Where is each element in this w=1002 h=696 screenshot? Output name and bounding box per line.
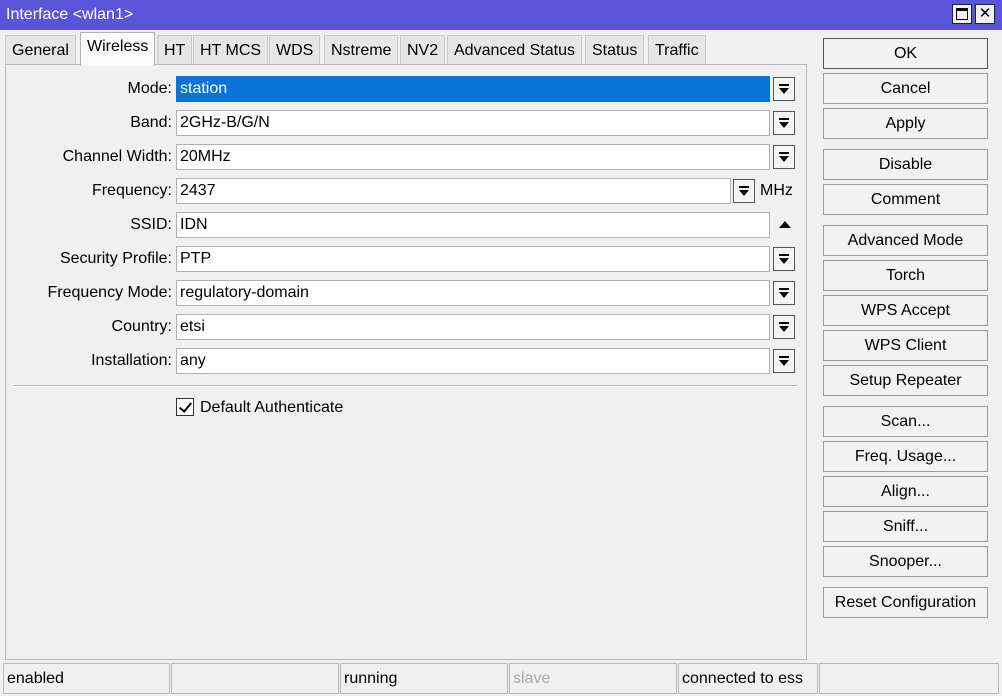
tab-traffic[interactable]: Traffic bbox=[648, 35, 706, 65]
checkmark-icon bbox=[178, 399, 193, 413]
security-profile-row: Security Profile: bbox=[6, 246, 172, 272]
dropdown-arrow-icon bbox=[739, 190, 749, 196]
setup-repeater-button[interactable]: Setup Repeater bbox=[823, 365, 988, 396]
wireless-panel: Mode: station Band: 2GHz-B/G/N Channel W… bbox=[5, 64, 807, 660]
frequency-mode-row: Frequency Mode: bbox=[6, 280, 172, 306]
default-authenticate-checkbox[interactable] bbox=[176, 398, 194, 416]
maximize-icon bbox=[956, 8, 968, 20]
scan-button[interactable]: Scan... bbox=[823, 406, 988, 437]
wps-client-button[interactable]: WPS Client bbox=[823, 330, 988, 361]
close-icon: ✕ bbox=[978, 5, 992, 22]
band-dropdown-button[interactable] bbox=[773, 111, 795, 135]
security-profile-field[interactable]: PTP bbox=[176, 246, 770, 272]
channel-width-field[interactable]: 20MHz bbox=[176, 144, 770, 170]
dropdown-arrow-icon bbox=[779, 326, 789, 332]
ok-button[interactable]: OK bbox=[823, 38, 988, 69]
band-row: Band: bbox=[6, 110, 172, 136]
country-field[interactable]: etsi bbox=[176, 314, 770, 340]
freq-usage-button[interactable]: Freq. Usage... bbox=[823, 441, 988, 472]
installation-field[interactable]: any bbox=[176, 348, 770, 374]
frequency-mode-dropdown-button[interactable] bbox=[773, 281, 795, 305]
installation-row: Installation: bbox=[6, 348, 172, 374]
tab-advanced-status[interactable]: Advanced Status bbox=[447, 35, 582, 65]
band-label: Band: bbox=[130, 114, 172, 131]
security-profile-label: Security Profile: bbox=[59, 250, 172, 267]
mode-dropdown-button[interactable] bbox=[773, 77, 795, 101]
mode-row: Mode: bbox=[6, 76, 172, 102]
dropdown-arrow-icon bbox=[779, 360, 789, 366]
frequency-mode-field[interactable]: regulatory-domain bbox=[176, 280, 770, 306]
installation-label: Installation: bbox=[91, 352, 172, 369]
advanced-mode-button[interactable]: Advanced Mode bbox=[823, 225, 988, 256]
frequency-unit: MHz bbox=[760, 182, 793, 199]
dropdown-arrow-icon bbox=[779, 156, 789, 162]
maximize-button[interactable] bbox=[952, 4, 972, 24]
status-cell-last bbox=[819, 663, 999, 694]
security-profile-dropdown-button[interactable] bbox=[773, 247, 795, 271]
sniff-button[interactable]: Sniff... bbox=[823, 511, 988, 542]
default-authenticate-label: Default Authenticate bbox=[200, 399, 344, 416]
mode-field[interactable]: station bbox=[176, 76, 770, 102]
frequency-field[interactable]: 2437 bbox=[176, 178, 731, 204]
status-enabled: enabled bbox=[3, 663, 170, 694]
align-button[interactable]: Align... bbox=[823, 476, 988, 507]
apply-button[interactable]: Apply bbox=[823, 108, 988, 139]
tab-wireless[interactable]: Wireless bbox=[80, 32, 156, 66]
window-title: Interface <wlan1> bbox=[6, 6, 134, 23]
reset-configuration-button[interactable]: Reset Configuration bbox=[823, 587, 988, 618]
disable-button[interactable]: Disable bbox=[823, 149, 988, 180]
status-cell-empty bbox=[171, 663, 339, 694]
channel-width-label: Channel Width: bbox=[62, 148, 172, 165]
cancel-button[interactable]: Cancel bbox=[823, 73, 988, 104]
tab-status[interactable]: Status bbox=[585, 35, 645, 65]
country-row: Country: bbox=[6, 314, 172, 340]
dropdown-arrow-icon bbox=[779, 122, 789, 128]
installation-dropdown-button[interactable] bbox=[773, 349, 795, 373]
dropdown-arrow-icon bbox=[779, 88, 789, 94]
close-button[interactable]: ✕ bbox=[975, 4, 995, 24]
status-slave: slave bbox=[509, 663, 677, 694]
wps-accept-button[interactable]: WPS Accept bbox=[823, 295, 988, 326]
ssid-collapse-button[interactable] bbox=[773, 213, 795, 237]
channel-width-row: Channel Width: bbox=[6, 144, 172, 170]
country-label: Country: bbox=[111, 318, 172, 335]
status-bar: enabled running slave connected to ess bbox=[0, 663, 1002, 694]
country-dropdown-button[interactable] bbox=[773, 315, 795, 339]
band-field[interactable]: 2GHz-B/G/N bbox=[176, 110, 770, 136]
ssid-field[interactable]: IDN bbox=[176, 212, 770, 238]
tab-wds[interactable]: WDS bbox=[269, 35, 321, 65]
ssid-row: SSID: bbox=[6, 212, 172, 238]
collapse-arrow-icon bbox=[779, 221, 791, 228]
frequency-dropdown-button[interactable] bbox=[733, 179, 755, 203]
frequency-row: Frequency: bbox=[6, 178, 172, 204]
tab-nstreme[interactable]: Nstreme bbox=[324, 35, 399, 65]
dropdown-arrow-icon bbox=[779, 258, 789, 264]
mode-label: Mode: bbox=[127, 80, 172, 97]
frequency-mode-label: Frequency Mode: bbox=[47, 284, 172, 301]
status-running: running bbox=[340, 663, 508, 694]
tab-ht[interactable]: HT bbox=[157, 35, 193, 65]
ssid-label: SSID: bbox=[130, 216, 172, 233]
snooper-button[interactable]: Snooper... bbox=[823, 546, 988, 577]
torch-button[interactable]: Torch bbox=[823, 260, 988, 291]
section-divider bbox=[14, 385, 798, 387]
frequency-label: Frequency: bbox=[91, 182, 172, 199]
comment-button[interactable]: Comment bbox=[823, 184, 988, 215]
tab-ht-mcs[interactable]: HT MCS bbox=[193, 35, 269, 65]
channel-width-dropdown-button[interactable] bbox=[773, 145, 795, 169]
tab-nv2[interactable]: NV2 bbox=[400, 35, 446, 65]
title-bar: Interface <wlan1> ✕ bbox=[0, 0, 1002, 30]
status-connection: connected to ess bbox=[678, 663, 818, 694]
tab-general[interactable]: General bbox=[5, 35, 76, 65]
dropdown-arrow-icon bbox=[779, 292, 789, 298]
